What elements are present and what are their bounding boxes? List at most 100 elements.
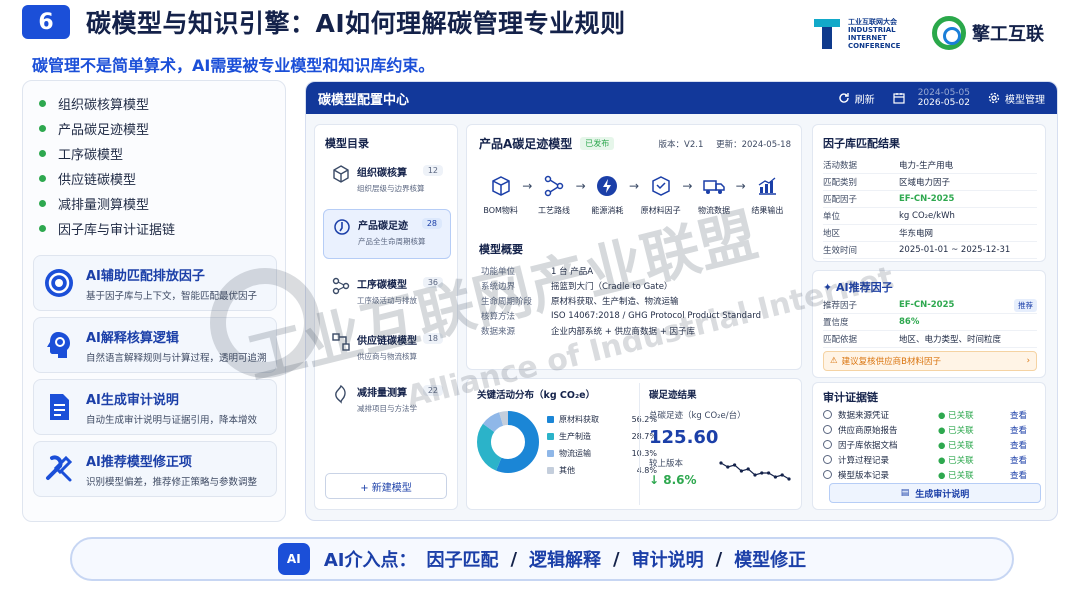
ai-card-audit-note[interactable]: AI生成审计说明 自动生成审计说明与证据引用，降本增效 [33, 379, 277, 435]
route-icon [544, 175, 564, 197]
cube-icon [333, 165, 349, 183]
legend-item: 生产制造 28.7% [547, 428, 657, 445]
flow-step[interactable]: BOM物料 [479, 175, 522, 216]
trend-point [719, 461, 723, 465]
distribution-heading: 关键活动分布（kg CO₂e） [477, 390, 596, 401]
table-row: 匹配因子 EF-CN-2025 [823, 191, 1037, 208]
table-row: 匹配类别 区域电力因子 [823, 174, 1037, 191]
flow-step[interactable]: 原材料因子 [639, 175, 682, 216]
ai-intervention-bar: AI AI介入点： 因子匹配 / 逻辑解释 / 审计说明 / 模型修正 [70, 537, 1014, 581]
model-flow: BOM物料 → 工艺路线 → 能源消耗 → 原材料因子 → 物流数据 → 结果输… [471, 175, 797, 216]
audit-chain-panel: 审计证据链 数据来源凭证 ● 已关联 查看 供应商原始报告 ● 已关联 查看 因子库依据… [812, 382, 1046, 510]
audit-chain-heading: 审计证据链 [823, 391, 878, 404]
ai-card-title: AI推荐模型修正项 [86, 454, 192, 470]
catalog-item-count: 18 [422, 333, 443, 344]
energy-icon [597, 176, 618, 196]
tools-icon [42, 452, 76, 486]
suggestion-banner[interactable]: ⚠ 建议复核供应商B材料因子 › [823, 351, 1037, 371]
distribution-donut-chart [477, 411, 539, 473]
flow-step[interactable]: 结果输出 [746, 175, 789, 216]
trend-point [746, 467, 750, 471]
warning-icon: ⚠ [830, 356, 838, 366]
new-model-button[interactable]: + 新建模型 [325, 473, 447, 499]
conference-logo-mark-icon [812, 17, 842, 51]
brand-logo: 擎工互联 [932, 16, 1044, 50]
trend-point [753, 473, 757, 477]
footer-item: 模型修正 [734, 550, 807, 571]
flow-step[interactable]: 物流数据 [692, 175, 735, 216]
table-row: 推荐因子 EF-CN-2025 推荐 [823, 297, 1037, 314]
slide-number: 6 [22, 5, 70, 39]
ai-card-title: AI解释核算逻辑 [86, 330, 179, 346]
model-manage-button[interactable]: 模型管理 [988, 91, 1045, 106]
ai-card-desc: 自然语言解释规则与计算过程，透明可追溯 [86, 352, 267, 364]
slide-subtitle: 碳管理不是简单算术，AI需要被专业模型和知识库约束。 [32, 56, 435, 75]
window-title: 碳模型配置中心 [318, 92, 410, 108]
flow-step[interactable]: 能源消耗 [586, 175, 629, 216]
catalog-item-name: 组织碳核算 [357, 168, 407, 179]
overview-heading: 模型概要 [479, 243, 523, 256]
slide-title: 碳模型与知识引擎：AI如何理解碳管理专业规则 [86, 9, 626, 38]
ai-recommend-panel: ✦ AI推荐因子 推荐因子 EF-CN-2025 推荐 置信度 86% 匹配依据 地区、… [812, 270, 1046, 378]
chevron-right-icon: › [1026, 356, 1030, 366]
footer-item: 因子匹配 [426, 550, 499, 571]
trend-line [720, 462, 790, 480]
catalog-item-name: 减排量测算 [357, 388, 407, 399]
trend-point [726, 465, 730, 469]
conference-logo-line: 工业互联网大会 [848, 18, 897, 26]
brand-ring-icon [932, 16, 966, 50]
catalog-item-reduction[interactable]: 减排量测算 减排项目与方法学 22 [323, 377, 451, 427]
footprint-icon [334, 219, 350, 235]
catalog-item-process[interactable]: 工序碳模型 工序级活动与排放 36 [323, 269, 451, 319]
result-value: 125.60 [649, 427, 719, 448]
table-row: 置信度 86% [823, 314, 1037, 331]
ai-head-icon [42, 328, 76, 362]
overview-row: 核算方法 ISO 14067:2018 / GHG Protocol Produc… [481, 310, 761, 322]
catalog-item-name: 产品碳足迹 [358, 221, 408, 232]
catalog-item-name: 工序碳模型 [357, 280, 407, 291]
trend-point [739, 469, 743, 473]
table-row: 匹配依据 地区、电力类型、时间粒度 [823, 331, 1037, 348]
trend-point [760, 471, 764, 475]
generate-audit-button[interactable]: ▤ 生成审计说明 [829, 483, 1041, 503]
list-item: 因子库依据文档 ● 已关联 查看 [823, 437, 1037, 452]
view-link[interactable]: 查看 [1010, 454, 1027, 466]
catalog-item-supply[interactable]: 供应链碳模型 供应商与物流核算 18 [323, 325, 451, 375]
view-link[interactable]: 查看 [1010, 469, 1027, 481]
table-row: 活动数据 电力-生产用电 [823, 157, 1037, 174]
refresh-button[interactable]: 刷新 [838, 91, 875, 106]
legend-item: 其他 4.8% [547, 462, 657, 479]
view-link[interactable]: 查看 [1010, 439, 1027, 451]
footer-separator: / [715, 548, 723, 570]
legend-item: 原材料获取 56.2% [547, 411, 657, 428]
catalog-item-count: 36 [422, 277, 443, 288]
ai-card-explain-logic[interactable]: AI解释核算逻辑自然语言解释规则与计算过程，透明可追溯 [33, 317, 277, 373]
result-heading: 碳足迹结果 [649, 390, 697, 401]
list-item: 供应链碳模型 [23, 166, 285, 191]
distribution-legend: 原材料获取 56.2% 生产制造 28.7% 物流运输 10.3% 其他 4.8% [547, 411, 657, 479]
trend-point [767, 471, 771, 475]
audit-chain-list: 数据来源凭证 ● 已关联 查看 供应商原始报告 ● 已关联 查看 因子库依据文档 ● 已关… [823, 407, 1037, 482]
list-item: 计算过程记录 ● 已关联 查看 [823, 452, 1037, 467]
ai-card-model-fix[interactable]: AI推荐模型修正项 识别模型偏差，推荐修正策略与参数调整 [33, 441, 277, 497]
catalog-item-count: 22 [422, 385, 443, 396]
catalog-item-org[interactable]: 组织碳核算 组织层级与边界核算 12 [323, 157, 451, 207]
conference-logo-line: INTERNET [848, 34, 887, 42]
date-picker[interactable]: 2024-05-05 2026-05-02 [893, 88, 970, 108]
calendar-icon [893, 93, 905, 104]
list-item: 因子库与审计证据链 [23, 216, 285, 241]
flow-step[interactable]: 工艺路线 [532, 175, 575, 216]
trend-point [780, 473, 784, 477]
brand-name: 擎工互联 [972, 24, 1044, 45]
view-link[interactable]: 查看 [1010, 409, 1027, 421]
ai-card-factor-match[interactable]: AI辅助匹配排放因子 基于因子库与上下文，智能匹配最优因子 [33, 255, 277, 311]
catalog-item-desc: 产品全生命周期核算 [358, 237, 426, 246]
list-item: 数据来源凭证 ● 已关联 查看 [823, 407, 1037, 422]
view-link[interactable]: 查看 [1010, 424, 1027, 436]
factor-match-heading: 因子库匹配结果 [823, 137, 900, 150]
catalog-item-desc: 供应商与物流核算 [357, 352, 417, 361]
trend-point [787, 477, 791, 481]
catalog-item-product[interactable]: 产品碳足迹 产品全生命周期核算 28 [323, 209, 451, 259]
document-icon: ▤ [900, 488, 910, 498]
overview-row: 生命周期阶段 原材料获取、生产制造、物流运输 [481, 296, 679, 307]
